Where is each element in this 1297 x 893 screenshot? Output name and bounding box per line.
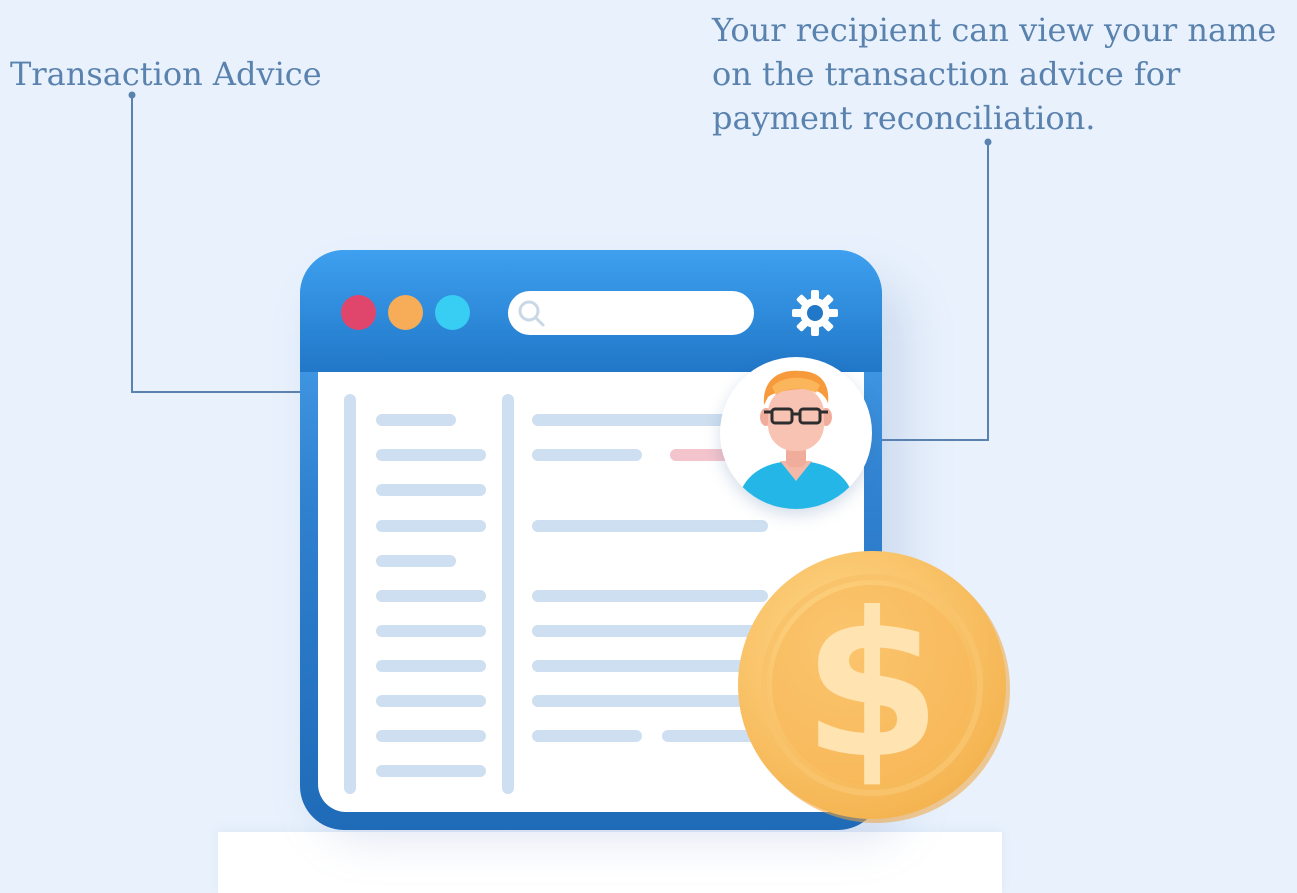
left-line-4 — [376, 520, 486, 532]
left-line-5 — [376, 555, 456, 567]
left-line-11 — [376, 765, 486, 777]
right-line-6 — [532, 660, 768, 672]
right-line-3 — [532, 520, 768, 532]
right-line-4 — [532, 590, 768, 602]
right-line-2a — [532, 449, 642, 461]
left-line-3 — [376, 484, 486, 496]
recipient-description-line-3: payment reconciliation. — [712, 99, 1096, 137]
left-line-1 — [376, 414, 456, 426]
recipient-description: Your recipient can view your name on the… — [712, 8, 1292, 140]
search-icon — [518, 300, 545, 327]
right-line-5 — [532, 625, 768, 637]
middle-divider — [502, 394, 514, 794]
cyan-dot-icon — [435, 295, 470, 330]
window-title-bar — [300, 250, 882, 372]
red-dot-icon — [341, 295, 376, 330]
right-line-7 — [532, 695, 768, 707]
orange-dot-icon — [388, 295, 423, 330]
svg-text:$: $ — [802, 570, 941, 803]
right-line-2b-highlight — [670, 449, 730, 461]
left-line-6 — [376, 590, 486, 602]
dollar-coin-icon: $ — [738, 551, 1010, 823]
gear-icon — [792, 290, 838, 336]
search-bar — [508, 291, 754, 335]
transaction-advice-label: Transaction Advice — [10, 55, 322, 93]
left-line-10 — [376, 730, 486, 742]
user-avatar-icon — [736, 370, 856, 509]
left-leader-line — [131, 95, 300, 393]
left-divider — [344, 394, 356, 794]
recipient-description-line-2: on the transaction advice for — [712, 55, 1181, 93]
right-line-8a — [532, 730, 642, 742]
pedestal — [218, 832, 1002, 893]
recipient-description-line-1: Your recipient can view your name — [712, 11, 1277, 49]
left-line-8 — [376, 660, 486, 672]
avatar — [720, 357, 872, 509]
left-line-7 — [376, 625, 486, 637]
left-line-2 — [376, 449, 486, 461]
right-line-1 — [532, 414, 732, 426]
left-line-9 — [376, 695, 486, 707]
